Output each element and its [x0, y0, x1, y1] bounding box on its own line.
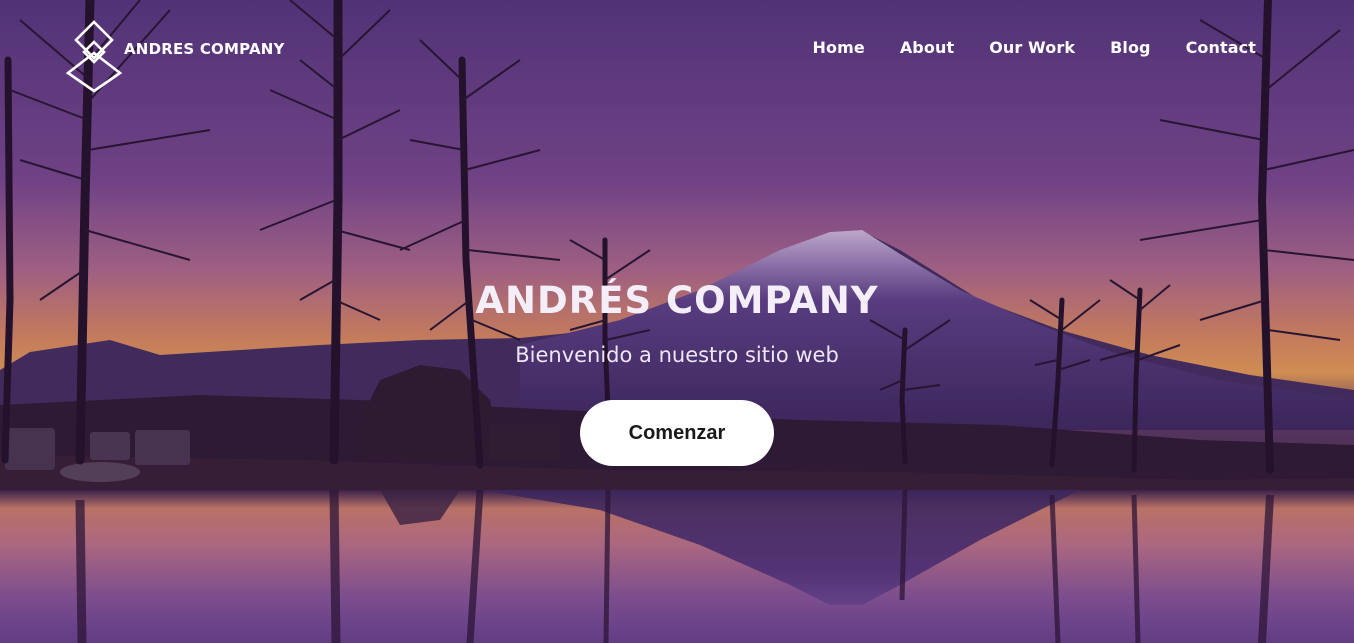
- main-nav: Home About Our Work Blog Contact: [813, 38, 1256, 57]
- nav-link-home[interactable]: Home: [813, 38, 865, 57]
- brand-name: ANDRES COMPANY: [124, 40, 285, 58]
- nav-link-our-work[interactable]: Our Work: [989, 38, 1075, 57]
- nav-link-contact[interactable]: Contact: [1186, 38, 1256, 57]
- brand-link[interactable]: ANDRES COMPANY: [66, 20, 284, 96]
- start-button[interactable]: Comenzar: [580, 400, 774, 466]
- hero-subtitle: Bienvenido a nuestro sitio web: [515, 343, 839, 367]
- hero-title: ANDRÉS COMPANY: [475, 279, 879, 322]
- diamond-logo-icon: [66, 20, 122, 93]
- nav-link-blog[interactable]: Blog: [1110, 38, 1151, 57]
- site-header: ANDRES COMPANY Home About Our Work Blog …: [0, 0, 1354, 100]
- hero-content: ANDRÉS COMPANY Bienvenido a nuestro siti…: [0, 275, 1354, 466]
- nav-link-about[interactable]: About: [900, 38, 954, 57]
- hero-section: ANDRES COMPANY Home About Our Work Blog …: [0, 0, 1354, 643]
